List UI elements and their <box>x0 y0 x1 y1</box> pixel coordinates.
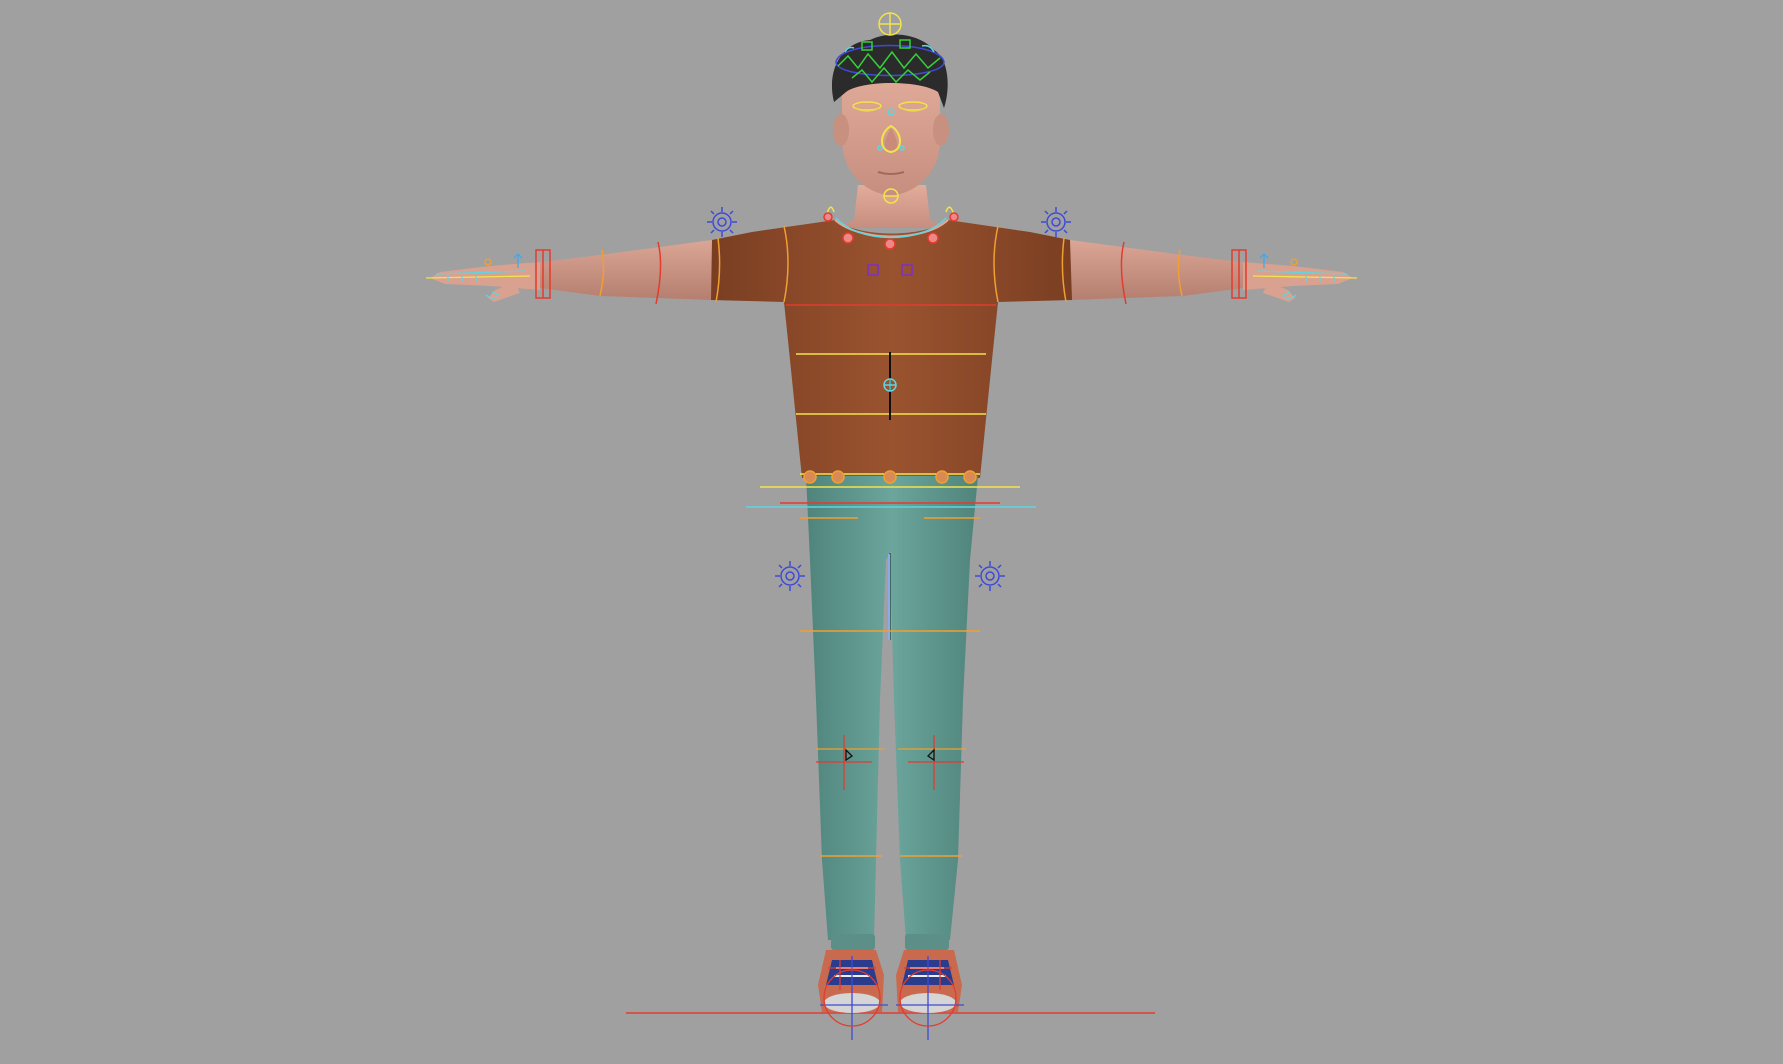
right-arm[interactable] <box>1070 240 1263 300</box>
left-ear <box>833 114 849 146</box>
gear-icon[interactable] <box>975 561 1005 591</box>
maya-viewport[interactable] <box>0 0 1783 1064</box>
character-mesh[interactable] <box>430 34 1353 1013</box>
gear-icon[interactable] <box>1041 207 1071 237</box>
left-cuff <box>831 934 875 950</box>
gear-icon[interactable] <box>775 561 805 591</box>
right-ear <box>933 114 949 146</box>
rig-scene[interactable] <box>0 0 1783 1064</box>
right-cuff <box>905 934 949 950</box>
shirt[interactable] <box>711 220 1072 478</box>
head-crosshair-icon[interactable] <box>878 12 902 36</box>
spine-crosshair-icon[interactable] <box>883 378 897 392</box>
pants[interactable] <box>806 476 978 940</box>
left-arm[interactable] <box>520 240 712 300</box>
gear-icon[interactable] <box>707 207 737 237</box>
